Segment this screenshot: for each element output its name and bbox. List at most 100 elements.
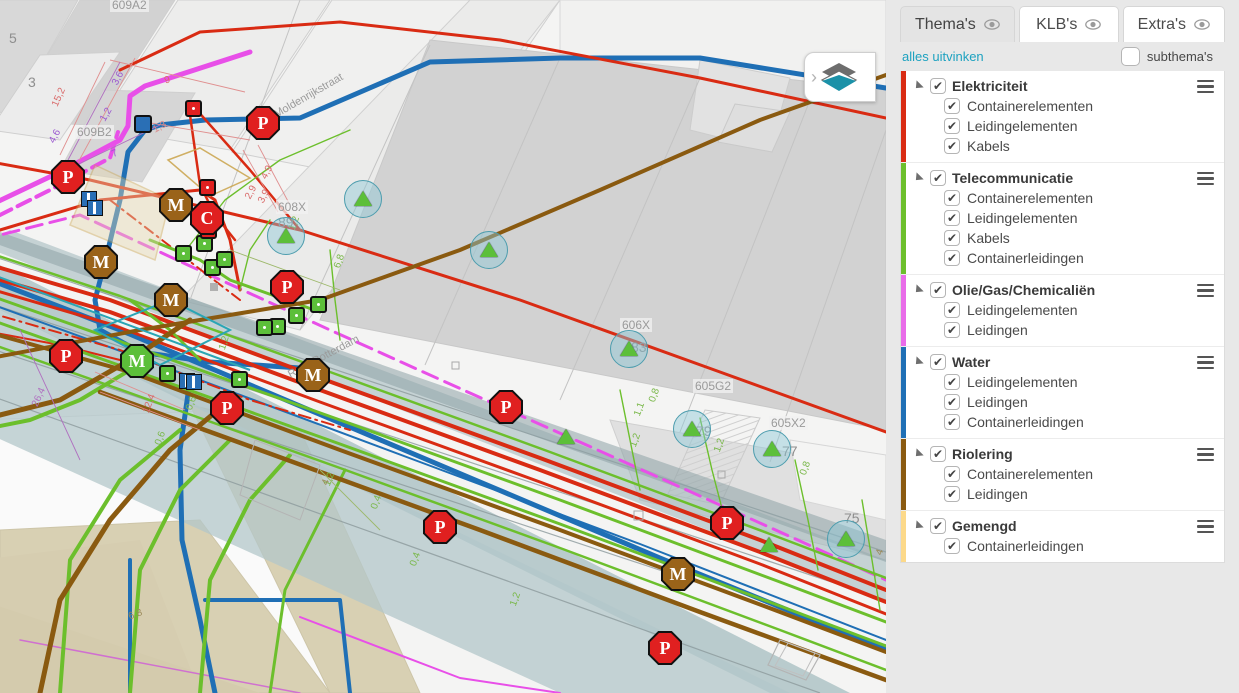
subitem-checkbox[interactable]: ✔ xyxy=(944,414,960,430)
expand-collapse-caret-icon[interactable] xyxy=(912,80,924,92)
theme-checkbox[interactable]: ✔ xyxy=(930,170,946,186)
theme-subitem[interactable]: ✔ Leidingelementen xyxy=(906,372,1224,392)
theme-group: ✔ Riolering ✔ Containerelementen ✔ Leidingen xyxy=(901,439,1224,511)
theme-menu-icon[interactable] xyxy=(1197,79,1214,93)
subitem-label: Containerelementen xyxy=(967,98,1094,114)
map-marker-m[interactable]: M xyxy=(154,283,188,317)
map-feature-blue-square[interactable] xyxy=(134,115,152,133)
map-marker-mg[interactable]: M xyxy=(120,344,154,378)
map-marker-c[interactable]: C xyxy=(190,201,224,235)
map-feature-triangle[interactable] xyxy=(760,537,778,552)
subitem-checkbox[interactable]: ✔ xyxy=(944,98,960,114)
subitem-checkbox[interactable]: ✔ xyxy=(944,230,960,246)
theme-subitem[interactable]: ✔ Containerelementen xyxy=(906,188,1224,208)
theme-subitem[interactable]: ✔ Leidingen xyxy=(906,320,1224,340)
subthemes-checkbox[interactable]: ✔ xyxy=(1120,47,1140,66)
theme-subitem[interactable]: ✔ Containerleidingen xyxy=(906,412,1224,432)
subitem-label: Containerleidingen xyxy=(967,250,1084,266)
parcel-label: 609A2 xyxy=(110,0,149,12)
theme-menu-icon[interactable] xyxy=(1197,283,1214,297)
map-feature-green-square[interactable] xyxy=(175,245,192,262)
subitem-checkbox[interactable]: ✔ xyxy=(944,210,960,226)
theme-checkbox[interactable]: ✔ xyxy=(930,282,946,298)
map-feature-triangle xyxy=(763,441,781,456)
subitem-checkbox[interactable]: ✔ xyxy=(944,466,960,482)
application-root: 609A2 609B2 608X 606X 605G2 605X2 5 3 89… xyxy=(0,0,1239,693)
tab-extras[interactable]: Extra's xyxy=(1122,6,1225,42)
theme-subitem[interactable]: ✔ Leidingelementen xyxy=(906,116,1224,136)
map-marker-p[interactable]: P xyxy=(210,391,244,425)
theme-subitem[interactable]: ✔ Containerelementen xyxy=(906,96,1224,116)
subitem-checkbox[interactable]: ✔ xyxy=(944,394,960,410)
theme-subitem[interactable]: ✔ Leidingelementen xyxy=(906,208,1224,228)
chevron-right-icon: › xyxy=(811,67,817,87)
map-feature-green-square[interactable] xyxy=(216,251,233,268)
theme-checkbox[interactable]: ✔ xyxy=(930,446,946,462)
expand-collapse-caret-icon[interactable] xyxy=(912,520,924,532)
map-feature-blue-flag[interactable] xyxy=(186,374,202,390)
theme-subitem[interactable]: ✔ Containerleidingen xyxy=(906,536,1224,556)
map-feature-triangle xyxy=(837,531,855,546)
eye-icon[interactable] xyxy=(1194,19,1210,30)
theme-menu-icon[interactable] xyxy=(1197,519,1214,533)
theme-subitem[interactable]: ✔ Leidingen xyxy=(906,392,1224,412)
theme-group-body: ✔ Riolering ✔ Containerelementen ✔ Leidingen xyxy=(906,439,1224,510)
parcel-label: 609B2 xyxy=(75,125,114,139)
map-feature-red-square[interactable] xyxy=(199,179,216,196)
theme-title: Gemengd xyxy=(952,518,1017,534)
theme-subitem[interactable]: ✔ Containerelementen xyxy=(906,464,1224,484)
subitem-checkbox[interactable]: ✔ xyxy=(944,486,960,502)
subitem-checkbox[interactable]: ✔ xyxy=(944,302,960,318)
map-marker-p[interactable]: P xyxy=(246,106,280,140)
map-feature-green-square[interactable] xyxy=(288,307,305,324)
map-marker-m[interactable]: M xyxy=(296,358,330,392)
subitem-checkbox[interactable]: ✔ xyxy=(944,118,960,134)
expand-collapse-caret-icon[interactable] xyxy=(912,448,924,460)
theme-group-body: ✔ Water ✔ Leidingelementen ✔ Leidingen ✔ Contai… xyxy=(906,347,1224,438)
eye-icon[interactable] xyxy=(983,19,1000,30)
map-marker-p[interactable]: P xyxy=(270,270,304,304)
theme-subitem[interactable]: ✔ Kabels xyxy=(906,228,1224,248)
eye-icon[interactable] xyxy=(1085,19,1102,30)
map-feature-green-square[interactable] xyxy=(159,365,176,382)
subitem-checkbox[interactable]: ✔ xyxy=(944,374,960,390)
theme-subitem[interactable]: ✔ Kabels xyxy=(906,136,1224,156)
map-feature-blue-flag[interactable] xyxy=(87,200,103,216)
map-feature-green-square[interactable] xyxy=(231,371,248,388)
layers-toggle-button[interactable]: › xyxy=(804,52,876,102)
theme-subitem[interactable]: ✔ Containerleidingen xyxy=(906,248,1224,268)
theme-checkbox[interactable]: ✔ xyxy=(930,354,946,370)
map-marker-m[interactable]: M xyxy=(84,245,118,279)
map-marker-p[interactable]: P xyxy=(51,160,85,194)
subitem-label: Leidingelementen xyxy=(967,118,1078,134)
tab-klbs[interactable]: KLB's xyxy=(1018,6,1119,42)
subitem-checkbox[interactable]: ✔ xyxy=(944,538,960,554)
tab-label: Thema's xyxy=(914,15,976,33)
map-feature-triangle[interactable] xyxy=(557,429,575,444)
subitem-label: Containerleidingen xyxy=(967,414,1084,430)
theme-menu-icon[interactable] xyxy=(1197,447,1214,461)
tab-themas[interactable]: Thema's xyxy=(900,6,1015,42)
map-marker-p[interactable]: P xyxy=(49,339,83,373)
map-feature-green-square[interactable] xyxy=(310,296,327,313)
theme-subitem[interactable]: ✔ Leidingen xyxy=(906,484,1224,504)
subitem-checkbox[interactable]: ✔ xyxy=(944,250,960,266)
map-feature-green-square[interactable] xyxy=(256,319,273,336)
subitem-checkbox[interactable]: ✔ xyxy=(944,190,960,206)
parcel-label: 605G2 xyxy=(693,379,734,393)
map-feature-red-square[interactable] xyxy=(185,100,202,117)
theme-subitem[interactable]: ✔ Leidingelementen xyxy=(906,300,1224,320)
subitem-checkbox[interactable]: ✔ xyxy=(944,322,960,338)
theme-title: Olie/Gas/Chemicaliën xyxy=(952,282,1096,298)
expand-collapse-caret-icon[interactable] xyxy=(912,172,924,184)
uncheck-all-link[interactable]: alles uitvinken xyxy=(902,49,984,64)
subitem-checkbox[interactable]: ✔ xyxy=(944,138,960,154)
theme-menu-icon[interactable] xyxy=(1197,171,1214,185)
theme-menu-icon[interactable] xyxy=(1197,355,1214,369)
map-marker-m[interactable]: M xyxy=(159,188,193,222)
expand-collapse-caret-icon[interactable] xyxy=(912,356,924,368)
utility-map-canvas[interactable]: 609A2 609B2 608X 606X 605G2 605X2 5 3 89… xyxy=(0,0,886,693)
theme-checkbox[interactable]: ✔ xyxy=(930,518,946,534)
theme-checkbox[interactable]: ✔ xyxy=(930,78,946,94)
expand-collapse-caret-icon[interactable] xyxy=(912,284,924,296)
